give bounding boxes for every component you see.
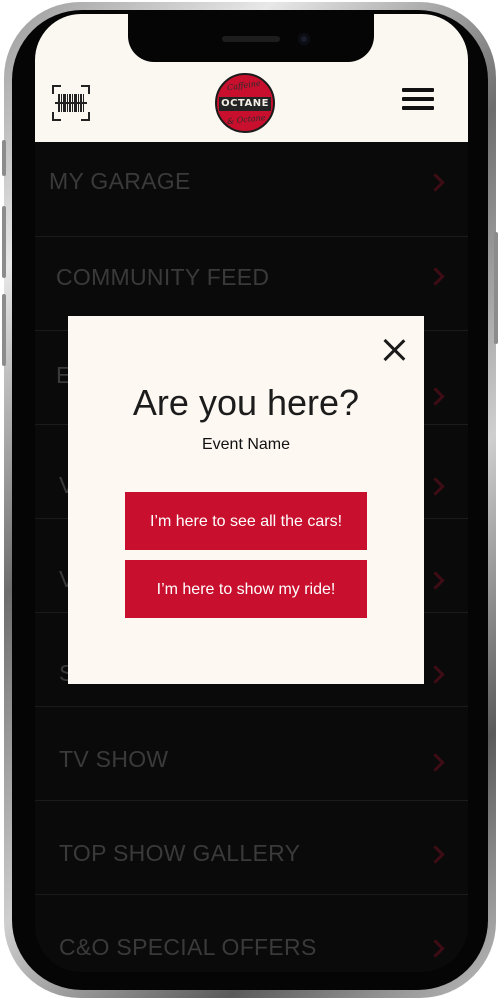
- side-button-mute: [2, 140, 6, 176]
- show-ride-button[interactable]: I’m here to show my ride!: [125, 560, 367, 618]
- check-in-modal: Are you here? Event Name I’m here to see…: [68, 316, 424, 684]
- close-icon[interactable]: [382, 338, 406, 362]
- brand-logo[interactable]: Caffeine OCTANE & Octane: [215, 73, 275, 133]
- speaker-grille: [222, 36, 280, 42]
- side-button-volume-up: [2, 206, 6, 278]
- modal-title: Are you here?: [132, 382, 360, 423]
- see-cars-button[interactable]: I’m here to see all the cars!: [125, 492, 367, 550]
- app-screen: Caffeine OCTANE & Octane MY GARAGE COMMU…: [35, 14, 468, 972]
- side-button-power: [494, 232, 498, 344]
- event-name: Event Name: [201, 436, 291, 453]
- barcode-scan-icon[interactable]: [51, 84, 91, 122]
- front-camera: [298, 33, 310, 45]
- logo-wordmark: OCTANE: [219, 97, 271, 111]
- hamburger-menu-icon[interactable]: [402, 88, 434, 112]
- side-button-volume-down: [2, 294, 6, 366]
- logo-script-top: Caffeine: [226, 78, 262, 93]
- logo-script-bottom: & Octane: [226, 113, 266, 126]
- phone-notch: [128, 14, 374, 62]
